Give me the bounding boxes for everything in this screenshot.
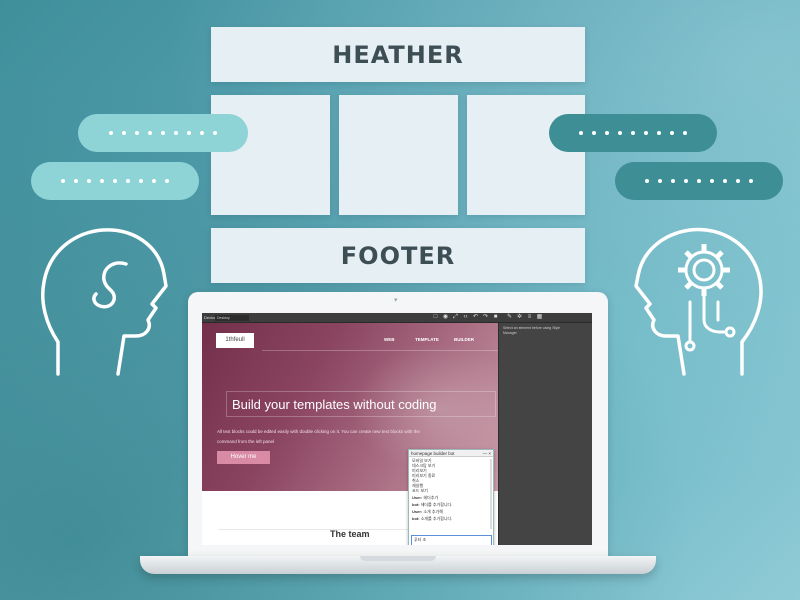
gear-icon[interactable]: ✲ <box>516 314 523 321</box>
nav-divider <box>262 350 498 351</box>
team-title[interactable]: The team <box>330 529 370 539</box>
code-icon[interactable]: ‹› <box>462 314 469 321</box>
editor-canvas[interactable]: 1thfeull WEB TEMPLATE BUILDER Build your… <box>202 323 498 545</box>
menu-icon[interactable]: ≡ <box>526 314 533 321</box>
chat-input[interactable]: 푸터 조 <box>411 535 492 545</box>
wireframe-header-label: HEATHER <box>332 40 464 69</box>
chatbot-window: homepage builder bot — × 모바일 보기 데스크탑 보기 … <box>408 449 494 545</box>
style-manager-hint: Select an element before using Style Man… <box>503 326 561 335</box>
hover-me-button[interactable]: Hover me <box>217 451 270 464</box>
speech-bubble-left-bottom <box>31 162 199 200</box>
wireframe-column <box>339 95 458 215</box>
trash-icon[interactable]: ■ <box>492 314 499 321</box>
chat-text: 소개를 추가합니다. <box>420 516 453 521</box>
chat-scrollbar[interactable] <box>490 459 492 529</box>
human-head-outline-icon <box>41 228 168 376</box>
grid-icon[interactable]: ▦ <box>536 314 543 321</box>
chat-message: User: 헤더추가 <box>412 495 490 500</box>
speech-bubble-right-top <box>549 114 717 152</box>
chat-message: User: 소개 추가해 <box>412 509 490 514</box>
speech-bubble-left-top <box>78 114 248 152</box>
team-divider <box>218 529 408 530</box>
chat-message: bot: 헤더를 추가합니다. <box>412 502 490 507</box>
editor-toolbar: Device Desktop □ ◉ ⤢ ‹› ↶ ↷ ■ ✎ ✲ ≡ ▦ <box>202 313 592 323</box>
chatbot-window-controls[interactable]: — × <box>483 450 491 457</box>
chat-menu-item[interactable]: 코드 보기 <box>412 488 490 493</box>
square-outline-icon[interactable]: □ <box>432 314 439 321</box>
chat-speaker: bot: <box>412 516 420 521</box>
style-manager-panel: Select an element before using Style Man… <box>498 323 592 545</box>
chat-text: 헤더추가 <box>423 495 439 500</box>
undo-icon[interactable]: ↶ <box>472 314 479 321</box>
wireframe-column <box>467 95 585 215</box>
nav-item-web[interactable]: WEB <box>384 337 395 342</box>
wireframe-footer: FOOTER <box>211 228 585 283</box>
wireframe-header: HEATHER <box>211 27 585 82</box>
panel-tabs: ✎ ✲ ≡ ▦ <box>506 314 543 321</box>
ai-head-gear-icon <box>634 227 763 376</box>
site-logo[interactable]: 1thfeull <box>216 333 254 348</box>
hero-description[interactable]: All text blocks could be edited easily w… <box>217 427 427 447</box>
chatbot-header: homepage builder bot — × <box>409 450 493 457</box>
nav-item-template[interactable]: TEMPLATE <box>415 337 439 342</box>
chat-text: 소개 추가해 <box>423 509 443 514</box>
hero-title[interactable]: Build your templates without coding <box>232 397 437 412</box>
chat-text: 헤더를 추가합니다. <box>420 502 453 507</box>
chat-message: bot: 소개를 추가합니다. <box>412 516 490 521</box>
device-select[interactable]: Desktop <box>215 315 249 321</box>
chatbot-messages: 모바일 보기 데스크탑 보기 미리보기 미리보기 종료 취소 재실행 코드 보기… <box>409 457 493 535</box>
wireframe-footer-label: FOOTER <box>340 241 456 270</box>
wireframe-column <box>211 95 330 215</box>
camera-icon: ▾ <box>394 297 398 304</box>
redo-icon[interactable]: ↷ <box>482 314 489 321</box>
chat-speaker: User: <box>412 509 423 514</box>
eye-icon[interactable]: ◉ <box>442 314 449 321</box>
brush-icon[interactable]: ✎ <box>506 314 513 321</box>
chatbot-title: homepage builder bot <box>411 451 455 456</box>
chat-speaker: bot: <box>412 502 420 507</box>
chat-speaker: User: <box>412 495 423 500</box>
speech-bubble-right-bottom <box>615 162 783 200</box>
app-screen: Device Desktop □ ◉ ⤢ ‹› ↶ ↷ ■ ✎ ✲ ≡ ▦ 1t… <box>202 313 592 545</box>
nav-item-builder[interactable]: BUILDER <box>454 337 474 342</box>
laptop-notch <box>360 556 436 561</box>
canvas-toolbar: □ ◉ ⤢ ‹› ↶ ↷ ■ <box>432 314 499 321</box>
fullscreen-icon[interactable]: ⤢ <box>452 314 459 321</box>
